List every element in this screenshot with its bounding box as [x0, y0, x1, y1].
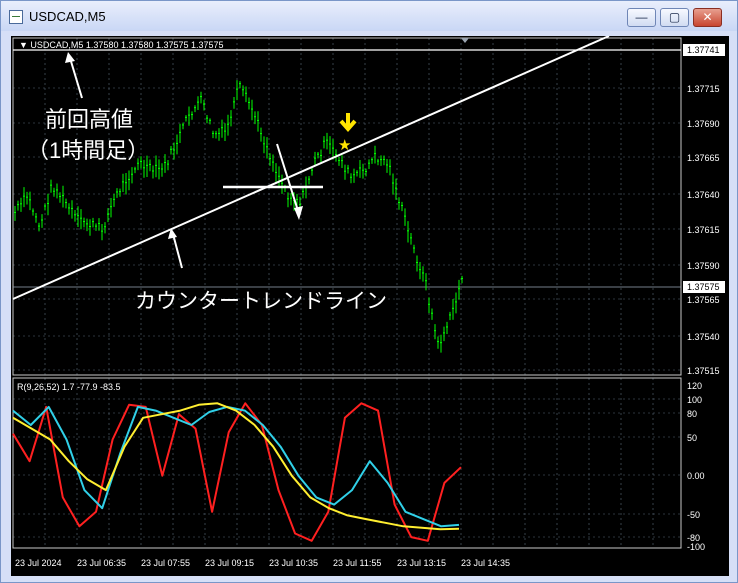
indicator-tick: 80 — [687, 409, 697, 419]
price-panel-header: ▼ USDCAD,M5 1.37580 1.37580 1.37575 1.37… — [19, 40, 224, 50]
indicator-tick: 100 — [687, 395, 702, 405]
price-tick: 1.37590 — [687, 261, 720, 271]
prev-high-timeframe-label: （1時間足） — [27, 138, 149, 163]
indicator-tick: 0.00 — [687, 471, 705, 481]
time-tick: 23 Jul 11:55 — [333, 558, 381, 568]
indicator-line-slow — [12, 402, 460, 531]
time-tick: 23 Jul 06:35 — [77, 558, 126, 568]
price-panel-frame — [12, 37, 682, 376]
price-grid — [12, 38, 681, 375]
price-tick: 1.37515 — [687, 366, 720, 376]
indicator-tick: -50 — [687, 510, 700, 520]
chart-window-icon — [9, 10, 23, 24]
time-tick: 23 Jul 2024 — [15, 558, 62, 568]
counter-trendline-label: カウンタートレンドライン — [135, 290, 387, 313]
window-title: USDCAD,M5 — [29, 9, 106, 24]
close-button[interactable]: ✕ — [693, 8, 722, 27]
indicator-header: R(9,26,52) 1.7 -77.9 -83.5 — [17, 382, 121, 392]
trendline-arrow-line — [172, 233, 183, 269]
indicator-tick: 50 — [687, 433, 697, 443]
chart-svg[interactable]: ▼ USDCAD,M5 1.37580 1.37580 1.37575 1.37… — [11, 36, 729, 576]
chart-area[interactable]: ▼ USDCAD,M5 1.37580 1.37580 1.37575 1.37… — [11, 36, 729, 576]
time-tick: 23 Jul 14:35 — [461, 558, 510, 568]
time-tick: 23 Jul 07:55 — [141, 558, 190, 568]
time-tick: 23 Jul 09:15 — [205, 558, 254, 568]
chart-window: USDCAD,M5 — ▢ ✕ ▼ USDCAD,M5 1.37580 1.37… — [0, 0, 738, 583]
down-move-arrowhead-icon — [294, 206, 303, 220]
price-tick: 1.37715 — [687, 84, 720, 94]
time-tick: 23 Jul 10:35 — [269, 558, 318, 568]
current-price-tag-label: 1.37575 — [687, 282, 720, 292]
time-axis: 23 Jul 2024 23 Jul 06:35 23 Jul 07:55 23… — [15, 558, 510, 568]
price-tick: 1.37690 — [687, 119, 720, 129]
shift-marker-icon[interactable] — [461, 38, 469, 43]
star-icon: ★ — [338, 137, 351, 154]
indicator-tick: 120 — [687, 381, 702, 391]
indicator-line-mid — [12, 405, 460, 528]
price-axis: 1.37715 1.37690 1.37665 1.37640 1.37615 … — [687, 84, 720, 376]
indicator-axis: 120 100 80 50 0.00 -50 -80 -100 — [687, 381, 705, 552]
high-price-tag-label: 1.37741 — [687, 45, 720, 55]
time-tick: 23 Jul 13:15 — [397, 558, 446, 568]
yellow-down-arrow-icon — [339, 113, 357, 133]
price-tick: 1.37540 — [687, 332, 720, 342]
price-tick: 1.37615 — [687, 225, 720, 235]
indicator-panel-frame — [12, 377, 682, 549]
price-tick: 1.37665 — [687, 153, 720, 163]
indicator-tick: -100 — [687, 542, 705, 552]
indicator-grid — [12, 378, 681, 548]
prev-high-arrow-line — [69, 57, 83, 99]
maximize-button[interactable]: ▢ — [660, 8, 689, 27]
price-tick: 1.37640 — [687, 190, 720, 200]
price-tick: 1.37565 — [687, 295, 720, 305]
counter-trendline[interactable] — [12, 36, 610, 300]
prev-high-arrowhead-icon — [65, 52, 75, 63]
prev-high-label: 前回高値 — [45, 107, 133, 132]
minimize-button[interactable]: — — [627, 8, 656, 27]
title-bar[interactable]: USDCAD,M5 — ▢ ✕ — [1, 1, 737, 31]
